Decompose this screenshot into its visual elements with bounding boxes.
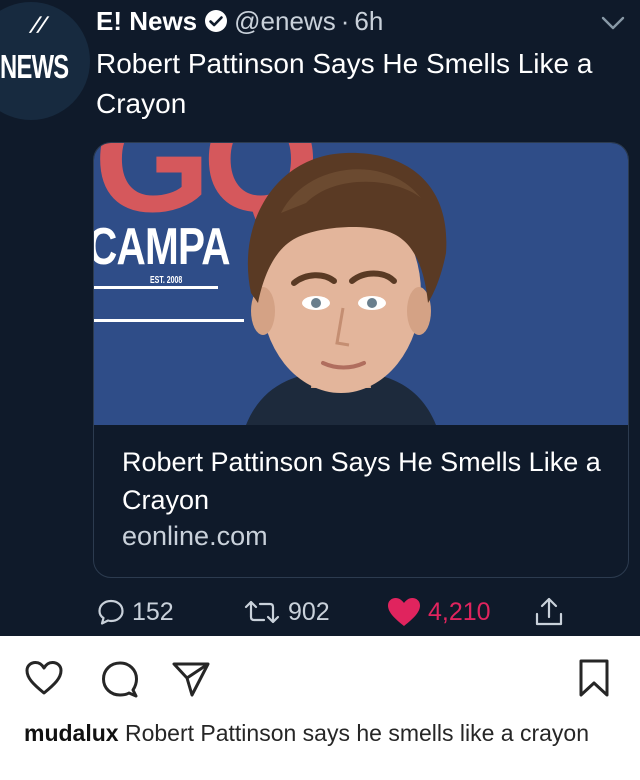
caption-username[interactable]: mudalux (24, 720, 119, 746)
verified-badge-icon (205, 10, 228, 32)
heart-filled-icon (388, 598, 420, 626)
tweet-text: Robert Pattinson Says He Smells Like a C… (96, 48, 593, 119)
post-caption: mudalux Robert Pattinson says he smells … (24, 718, 624, 748)
person-photo (246, 152, 447, 425)
backdrop-est-text: EST. 2008 (150, 275, 183, 286)
like-count: 4,210 (428, 597, 491, 626)
reply-count: 152 (132, 597, 174, 626)
share-icon[interactable] (170, 660, 212, 698)
author-name[interactable]: E! News (96, 6, 197, 37)
comment-icon[interactable] (100, 660, 140, 698)
bookmark-icon[interactable] (578, 658, 610, 698)
share-upload-icon[interactable] (532, 594, 566, 628)
instagram-post-footer: mudalux Robert Pattinson says he smells … (0, 636, 640, 780)
link-card[interactable]: GQ CAMPA EST. 2008 Robert Pattinson Says… (93, 142, 629, 578)
card-domain: eonline.com (122, 521, 268, 551)
avatar-logo-mark: // (27, 12, 51, 36)
retweet-count: 902 (288, 597, 330, 626)
reply-button[interactable]: 152 (96, 592, 174, 632)
like-button[interactable]: 4,210 (386, 592, 491, 632)
avatar[interactable]: // NEWS (0, 2, 90, 120)
card-image: GQ CAMPA EST. 2008 (94, 143, 628, 425)
card-title: Robert Pattinson Says He Smells Like a C… (122, 447, 601, 515)
chevron-down-icon[interactable] (600, 14, 626, 32)
author-handle[interactable]: @enews (234, 6, 336, 37)
tweet-header: E! News @enews · 6h (96, 4, 383, 38)
caption-text: Robert Pattinson says he smells like a c… (124, 720, 590, 746)
tweet-timestamp[interactable]: 6h (354, 6, 383, 37)
heart-icon[interactable] (24, 660, 64, 696)
tweet-screenshot: // NEWS E! News @enews · 6h Robert Patti… (0, 0, 640, 636)
reply-icon (98, 599, 124, 625)
retweet-button[interactable]: 902 (242, 592, 330, 632)
header-separator: · (340, 5, 350, 36)
avatar-logo-text: NEWS (0, 48, 69, 85)
tweet-actions: 152 902 4,210 (96, 592, 616, 632)
backdrop-stripe (94, 286, 218, 289)
retweet-icon (244, 600, 280, 624)
